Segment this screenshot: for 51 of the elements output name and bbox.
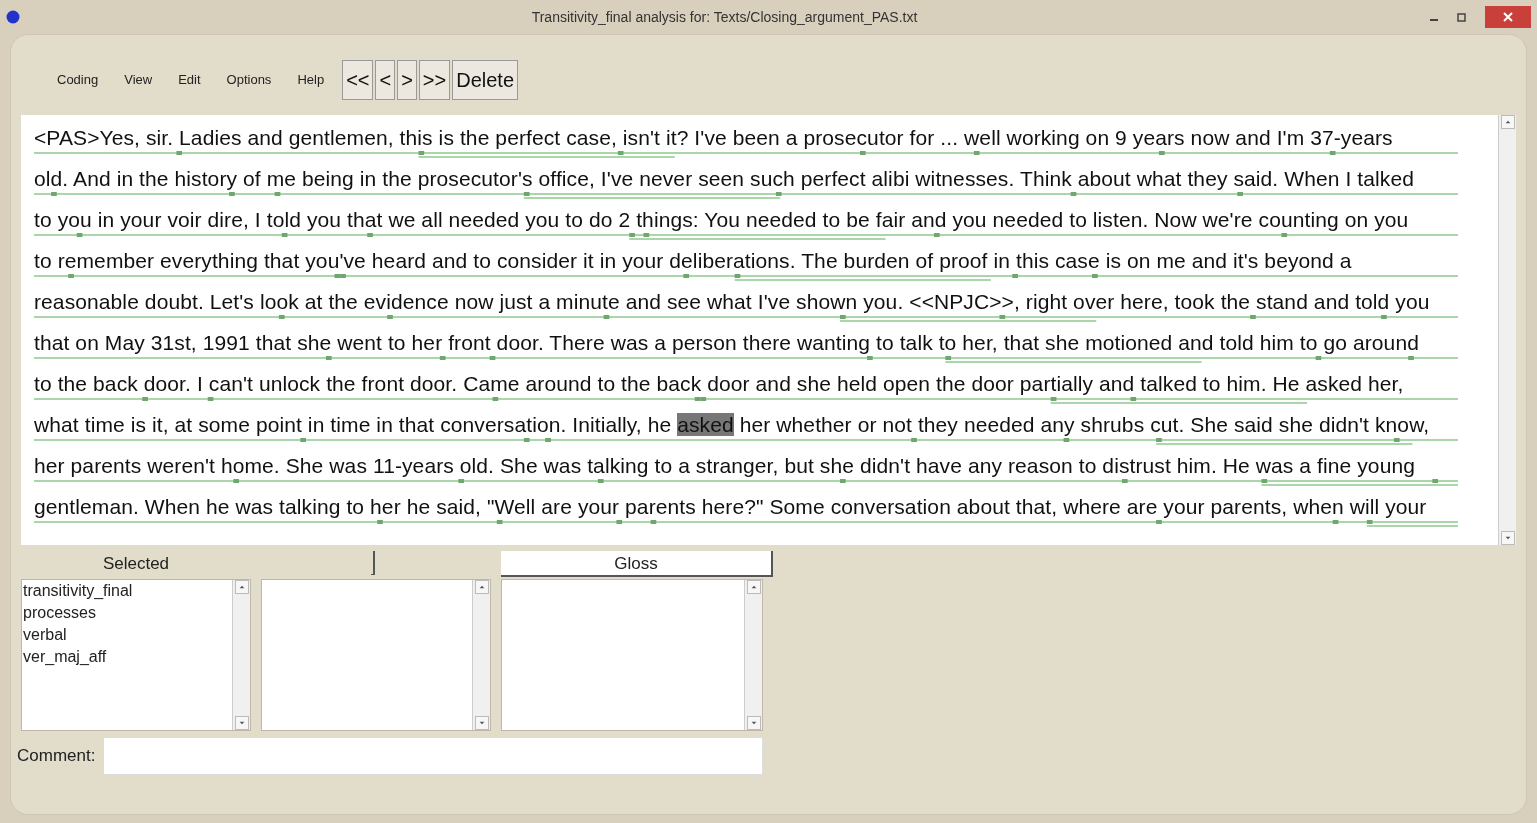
list-box[interactable]	[501, 579, 763, 731]
scroll-down-icon[interactable]	[234, 716, 249, 730]
toolbar-button[interactable]: <<	[342, 60, 374, 100]
scroll-down-icon[interactable]	[474, 716, 489, 730]
scrollbar[interactable]	[1498, 115, 1516, 545]
list-item[interactable]: processes	[23, 602, 232, 624]
scroll-up-icon[interactable]	[234, 580, 249, 594]
scroll-up-icon[interactable]	[1500, 115, 1515, 129]
restore-icon[interactable]	[1457, 12, 1467, 22]
text-line: what time is it, at some point in time in that conversation. Initially, he	[34, 413, 673, 436]
text-line: her parents weren't home. She was 11-years old. She was talking to a stranger, but she didn't have any reason to distrust him. He was a fine young	[34, 454, 1415, 477]
text-line: <PAS>Yes, sir. Ladies and gentlemen, this is the perfect case, isn't it? I've been a prosecutor for ... well working on 9 years now and I'm 37-years	[34, 126, 1393, 149]
scrollbar[interactable]	[744, 580, 762, 730]
text-line: that on May 31st, 1991 that she went to her front door. There was a person there wanting to talk to her, that she motioned and told him to go around	[34, 331, 1419, 354]
text-line: to the back door. I can't unlock the front door. Came around to the back door and she held open the door partially and talked to him. He asked her,	[34, 372, 1404, 395]
menu-item[interactable]: Help	[297, 70, 325, 90]
text-line: reasonable doubt. Let's look at the evidence now just a minute and see what I've shown you. <<NPJC>>, right over here, took the stand and told you	[34, 290, 1430, 313]
toolbar-button[interactable]: <	[375, 60, 396, 100]
list-item[interactable]: verbal	[23, 624, 232, 646]
menu-item[interactable]: Options	[226, 70, 272, 90]
list-box[interactable]: transitivity_final processes verbal ver_maj_aff	[21, 579, 251, 731]
scrollbar[interactable]	[472, 580, 490, 730]
text-line: to remember everything that you've heard and to consider it in your deliberations. The burden of proof in this case is on me and it's beyond a	[34, 249, 1352, 272]
scroll-up-icon[interactable]	[746, 580, 761, 594]
list-item[interactable]: transitivity_final	[23, 580, 232, 602]
scroll-down-icon[interactable]	[746, 716, 761, 730]
menu-item[interactable]: View	[124, 70, 153, 90]
close-button[interactable]	[1485, 6, 1531, 28]
toolbar-button[interactable]: >>	[418, 60, 451, 100]
text-line: her whether or not they needed any shrubs cut. She said she didn't know,	[738, 413, 1430, 436]
highlighted-word[interactable]: asked	[677, 413, 734, 436]
list-box[interactable]	[261, 579, 491, 731]
text-area[interactable]	[21, 115, 1516, 545]
toolbar-button[interactable]: >	[397, 60, 417, 100]
menu-item[interactable]: Edit	[178, 70, 201, 90]
app-icon	[6, 10, 20, 24]
menu-item[interactable]: Coding	[57, 70, 99, 90]
text-line: gentleman. When he was talking to her he said, "Well are your parents here?" Some conversation about that, where are your parents, when will your	[34, 495, 1427, 518]
gloss-tab[interactable]: Gloss	[501, 551, 773, 577]
toolbar-button[interactable]: Delete	[452, 60, 519, 100]
panel-header: Selected	[101, 553, 171, 575]
comment-field[interactable]	[103, 737, 763, 775]
close-icon	[1503, 12, 1513, 22]
text-line: to you in your voir dire, I told you that we all needed you to do 2 things: You needed to be fair and you needed to listen. Now we're counting on you	[34, 208, 1409, 231]
scrollbar[interactable]	[232, 580, 250, 730]
scroll-down-icon[interactable]	[1500, 531, 1515, 545]
text-line: old. And in the history of me being in the prosecutor's office, I've never seen such perfect alibi witnesses. Think about what they said. When I talked	[34, 167, 1414, 190]
window-title: Transitivity_final analysis for: Texts/Closing_argument_PAS.txt	[530, 7, 919, 27]
list-item[interactable]: ver_maj_aff	[23, 646, 232, 668]
scroll-up-icon[interactable]	[474, 580, 489, 594]
comment-label: Comment:	[17, 745, 97, 768]
